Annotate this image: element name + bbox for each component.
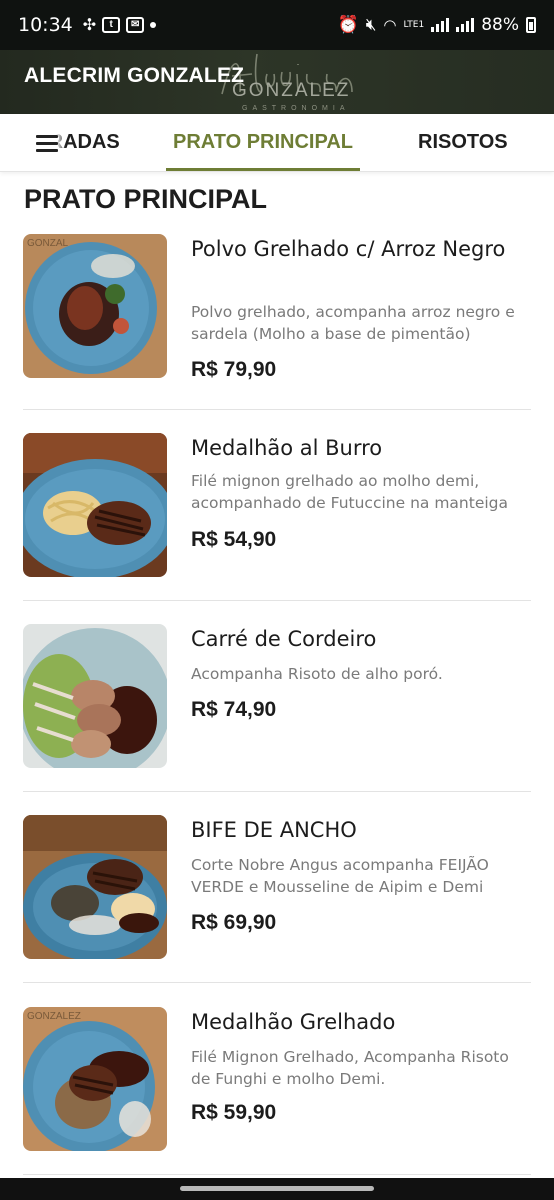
dish-photo: GONZAL	[23, 234, 167, 378]
ancho-steak-plate-icon	[23, 815, 167, 959]
dish-price: R$ 59,90	[191, 1101, 277, 1124]
logo-tagline: GASTRONOMIA	[242, 105, 350, 112]
network-label: LTE1	[403, 20, 425, 30]
divider	[23, 600, 531, 601]
dish-price: R$ 69,90	[191, 911, 277, 934]
tumblr-icon: t	[102, 17, 121, 33]
signal-icon	[431, 18, 450, 32]
dish-name: Carré de Cordeiro	[191, 627, 377, 651]
tab-risotos[interactable]: RISOTOS	[418, 114, 508, 171]
divider	[23, 982, 531, 983]
dish-description: Filé Mignon Grelhado, Acompanha Risoto d…	[191, 1048, 509, 1088]
alarm-icon: ⏰	[337, 15, 359, 35]
battery-level: 88%	[481, 15, 519, 35]
dish-photo	[23, 433, 167, 577]
dish-description: Acompanha Risoto de alho poró.	[191, 665, 443, 683]
lamb-rack-plate-icon	[23, 624, 167, 768]
section-title: PRATO PRINCIPAL	[24, 184, 268, 214]
dish-description: Filé mignon grelhado ao molho demi, acom…	[191, 472, 508, 512]
svg-text:GONZALEZ: GONZALEZ	[27, 1011, 81, 1022]
notification-icons: ✣ t ✉	[82, 15, 157, 35]
svg-text:GONZAL: GONZAL	[27, 238, 69, 249]
dish-photo	[23, 815, 167, 959]
divider	[23, 409, 531, 410]
dish-price: R$ 54,90	[191, 528, 277, 551]
mute-icon: 🔇︎	[365, 15, 377, 35]
dish-name: Polvo Grelhado c/ Arroz Negro	[191, 237, 506, 261]
system-navigation-bar	[0, 1178, 554, 1200]
dish-name: BIFE DE ANCHO	[191, 818, 357, 842]
battery-icon	[526, 17, 536, 33]
dish-description: Polvo grelhado, acompanha arroz negro e …	[191, 303, 515, 343]
status-time: 10:34	[18, 14, 73, 36]
category-tabs: :RADAS PRATO PRINCIPAL RISOTOS	[0, 114, 554, 172]
menu-item[interactable]: Medalhão al Burro Filé mignon grelhado a…	[23, 433, 531, 601]
home-gesture-handle[interactable]	[180, 1186, 374, 1191]
dish-price: R$ 79,90	[191, 358, 277, 381]
menu-item[interactable]: GONZALEZ Medalhão Grelhado Filé Mignon G…	[23, 1007, 531, 1175]
restaurant-name: ALECRIM GONZALEZ	[24, 64, 245, 87]
menu-item[interactable]: Carré de Cordeiro Acompanha Risoto de al…	[23, 624, 531, 792]
menu-item[interactable]: BIFE DE ANCHO Corte Nobre Angus acompanh…	[23, 815, 531, 983]
dish-price: R$ 74,90	[191, 698, 277, 721]
status-bar: 10:34 ✣ t ✉ ⏰ 🔇︎ ◠ LTE1 88%	[0, 0, 554, 50]
app-header: GONZALEZ GASTRONOMIA ALECRIM GONZALEZ	[0, 50, 554, 114]
menu-item[interactable]: GONZAL Polvo Grelhado c/ Arroz Negro Pol…	[23, 234, 531, 410]
wifi-icon: ◠	[383, 16, 397, 34]
dish-photo: GONZALEZ	[23, 1007, 167, 1151]
fan-icon: ✣	[82, 17, 97, 34]
dish-photo	[23, 624, 167, 768]
divider	[23, 791, 531, 792]
octopus-plate-icon: GONZAL	[23, 234, 167, 378]
divider	[23, 1174, 531, 1175]
dish-description: Corte Nobre Angus acompanha FEIJÃO VERDE…	[191, 856, 489, 896]
steak-pasta-plate-icon	[23, 433, 167, 577]
dish-name: Medalhão Grelhado	[191, 1010, 396, 1034]
hamburger-menu-icon[interactable]	[36, 135, 58, 152]
dish-name: Medalhão al Burro	[191, 436, 383, 460]
signal-2-icon	[456, 18, 475, 32]
more-notifications-icon	[150, 22, 157, 28]
ticket-icon: ✉	[126, 17, 145, 33]
logo-subtitle: GONZALEZ	[232, 80, 350, 101]
status-right: ⏰ 🔇︎ ◠ LTE1 88%	[338, 15, 536, 35]
tab-prato-principal[interactable]: PRATO PRINCIPAL	[166, 114, 360, 171]
grilled-medallion-plate-icon: GONZALEZ	[23, 1007, 167, 1151]
